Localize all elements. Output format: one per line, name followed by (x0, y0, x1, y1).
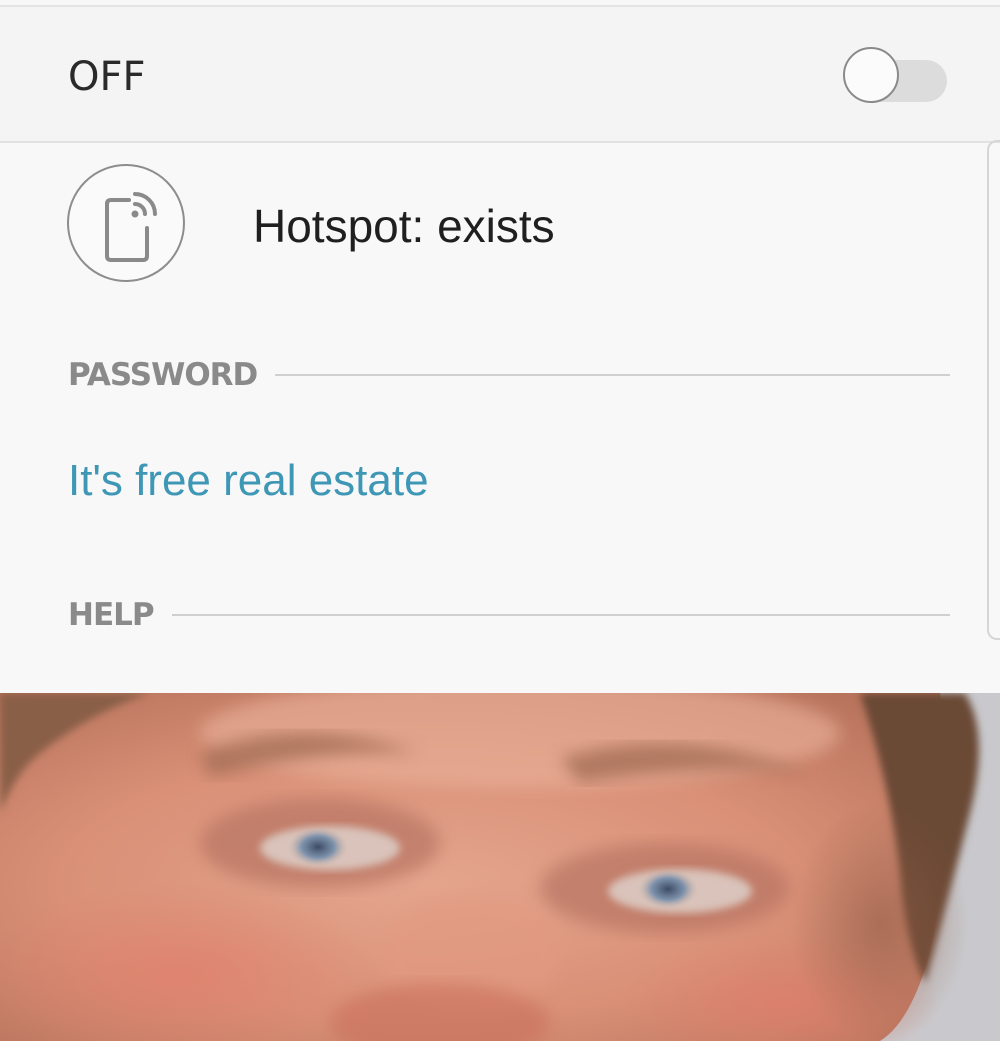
password-section-header: PASSWORD (68, 355, 950, 395)
master-switch-label: OFF (68, 54, 146, 100)
password-value[interactable]: It's free real estate (68, 453, 429, 509)
help-section-title: HELP (68, 597, 155, 633)
password-divider (275, 374, 950, 376)
help-divider (171, 614, 950, 616)
face-photo-drawing (0, 693, 1000, 1041)
phone-signal-icon (105, 192, 157, 262)
password-section-title: PASSWORD (68, 357, 258, 393)
master-switch-row[interactable]: OFF (0, 7, 1000, 143)
help-section-header: HELP (68, 595, 950, 635)
toggle-thumb (843, 47, 899, 103)
hotspot-details-card: Hotspot: exists PASSWORD It's free real … (0, 143, 1000, 693)
scroll-edge-handle[interactable] (987, 140, 1000, 640)
hotspot-name-label[interactable]: Hotspot: exists (253, 198, 555, 254)
hotspot-settings-screen: OFF Hotspot: exists PASSWORD It's free r… (0, 0, 1000, 1041)
master-toggle-switch[interactable] (843, 47, 947, 103)
face-photo (0, 693, 1000, 1041)
mobile-hotspot-icon (67, 164, 185, 282)
